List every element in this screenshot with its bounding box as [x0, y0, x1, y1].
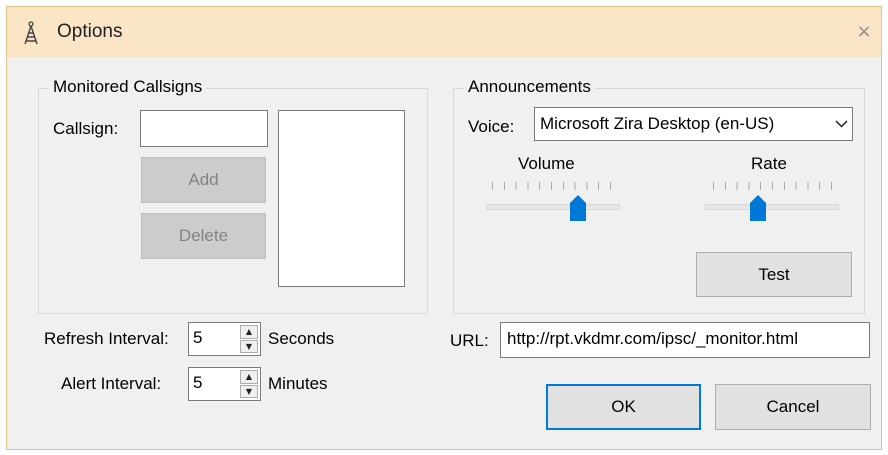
voice-select-value: Microsoft Zira Desktop (en-US) — [540, 114, 775, 133]
spin-up-icon[interactable]: ▲ — [240, 325, 258, 339]
radio-tower-icon — [24, 21, 38, 45]
callsign-label: Callsign: — [53, 119, 119, 138]
volume-label: Volume — [518, 154, 575, 173]
monitored-callsigns-legend: Monitored Callsigns — [49, 77, 207, 97]
add-button[interactable]: Add — [141, 157, 266, 203]
delete-button[interactable]: Delete — [141, 213, 266, 259]
url-label: URL: — [450, 331, 489, 350]
ok-button-label: OK — [611, 397, 636, 416]
cancel-button[interactable]: Cancel — [715, 384, 871, 430]
callsign-list[interactable] — [278, 110, 405, 287]
add-button-label: Add — [188, 170, 219, 189]
alert-interval-stepper[interactable]: 5 ▲ ▼ — [188, 367, 261, 401]
url-input[interactable]: http://rpt.vkdmr.com/ipsc/_monitor.html — [500, 322, 870, 358]
spin-down-icon[interactable]: ▼ — [240, 339, 258, 353]
spin-down-icon[interactable]: ▼ — [240, 384, 258, 398]
close-icon: × — [856, 21, 872, 42]
announcements-legend: Announcements — [464, 77, 595, 97]
rate-label: Rate — [751, 154, 787, 173]
alert-interval-label: Alert Interval: — [61, 374, 162, 393]
rate-slider-ticks — [713, 182, 833, 190]
voice-select[interactable]: Microsoft Zira Desktop (en-US) — [534, 107, 853, 141]
ok-button[interactable]: OK — [546, 384, 701, 430]
volume-slider-thumb[interactable] — [569, 194, 587, 222]
refresh-interval-label: Refresh Interval: — [44, 329, 169, 348]
cancel-button-label: Cancel — [766, 397, 820, 416]
alert-interval-value: 5 — [193, 373, 203, 392]
alert-interval-unit: Minutes — [268, 374, 328, 393]
window-title: Options — [57, 21, 123, 42]
close-button[interactable]: × — [851, 19, 877, 45]
test-button-label: Test — [758, 264, 790, 284]
url-input-value: http://rpt.vkdmr.com/ipsc/_monitor.html — [507, 329, 798, 348]
rate-slider-track[interactable] — [705, 204, 839, 210]
options-dialog: Options × Monitored Callsigns Callsign: … — [6, 6, 882, 450]
refresh-interval-unit: Seconds — [268, 329, 335, 348]
refresh-interval-value: 5 — [193, 328, 203, 347]
test-button[interactable]: Test — [696, 252, 852, 297]
chevron-down-icon — [830, 120, 852, 128]
volume-slider-track[interactable] — [486, 204, 620, 210]
refresh-interval-stepper[interactable]: 5 ▲ ▼ — [188, 322, 261, 356]
title-bar[interactable]: Options × — [7, 7, 881, 57]
delete-button-label: Delete — [178, 226, 229, 245]
callsign-input[interactable] — [140, 110, 268, 147]
volume-slider-ticks — [492, 182, 612, 190]
voice-label: Voice: — [468, 117, 515, 136]
rate-slider-thumb[interactable] — [749, 194, 767, 222]
spin-up-icon[interactable]: ▲ — [240, 370, 258, 384]
